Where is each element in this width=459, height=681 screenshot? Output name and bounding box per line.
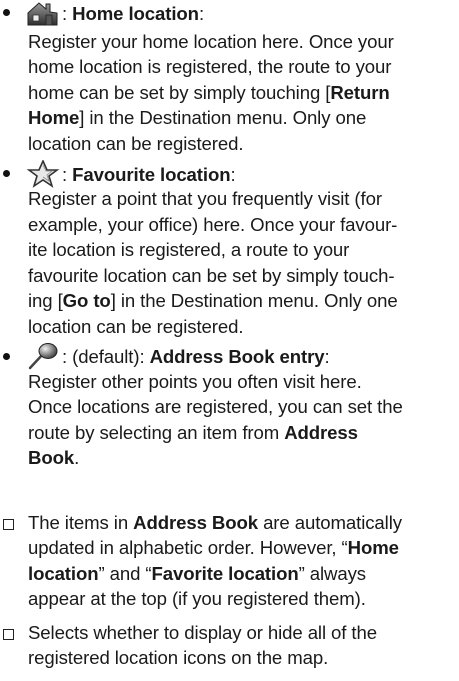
note-text-line: Selects whether to display or hide all o… (28, 622, 377, 643)
return-home-label-cont: Home (28, 107, 80, 128)
address-book-label: Address Book (133, 512, 258, 533)
item-colon: : (198, 3, 205, 24)
item-text: ] in the Destination menu. Only one (79, 107, 367, 128)
item-text-line: Register your home location here. Once y… (28, 31, 394, 52)
item-text-line: favourite location can be set by simply … (28, 265, 395, 286)
checkbox-square-icon (3, 629, 14, 640)
item-text: ] in the Destination menu. Only one (110, 290, 398, 311)
item-colon: : (324, 346, 330, 367)
item-text-line: Register other points you often visit he… (28, 371, 362, 392)
bullet-dot (3, 9, 10, 16)
item-text-line: location can be registered. (28, 316, 244, 337)
item-separator: : (62, 164, 73, 185)
address-book-label: Address (284, 422, 358, 443)
note-text-line: registered location icons on the map. (28, 647, 329, 668)
item-title: Address Book entry (149, 346, 325, 367)
return-home-label: Return (330, 82, 390, 103)
item-title: Home location (72, 3, 199, 24)
home-label-cont: location (28, 563, 99, 584)
home-label: Home (347, 537, 399, 558)
item-text: route by selecting an item from (28, 422, 285, 443)
bullet-dot (3, 353, 10, 360)
item-text-line: ite location is registered, a route to y… (28, 239, 350, 260)
item-text: . (74, 447, 80, 468)
item-text-line: Once locations are registered, you can s… (28, 396, 403, 417)
item-colon: : (230, 164, 236, 185)
item-text-line: Register a point that you frequently vis… (28, 188, 382, 209)
note-text: The items in (28, 512, 134, 533)
bullet-dot (3, 170, 10, 177)
note-text-line: appear at the top (if you registered the… (28, 588, 366, 609)
item-text-line: location can be registered. (28, 133, 244, 154)
note-text: ” and “ (98, 563, 152, 584)
item-text-line: home location is registered, the route t… (28, 56, 392, 77)
note-text: updated in alphabetic order. However, “ (28, 537, 348, 558)
item-separator: : (default): (62, 346, 150, 367)
address-book-label-cont: Book (28, 447, 75, 468)
home-icon (26, 1, 60, 31)
go-to-label: Go to (62, 290, 111, 311)
item-text: home can be set by simply touching [ (28, 82, 331, 103)
note-text: ” always (298, 563, 367, 584)
item-separator: : (62, 3, 73, 24)
note-text: are automatically (258, 512, 402, 533)
checkbox-square-icon (3, 519, 14, 530)
item-text-line: example, your office) here. Once your fa… (28, 214, 398, 235)
item-title: Favourite location (72, 164, 231, 185)
favorite-location-label: Favorite location (151, 563, 299, 584)
item-text: ing [ (28, 290, 63, 311)
